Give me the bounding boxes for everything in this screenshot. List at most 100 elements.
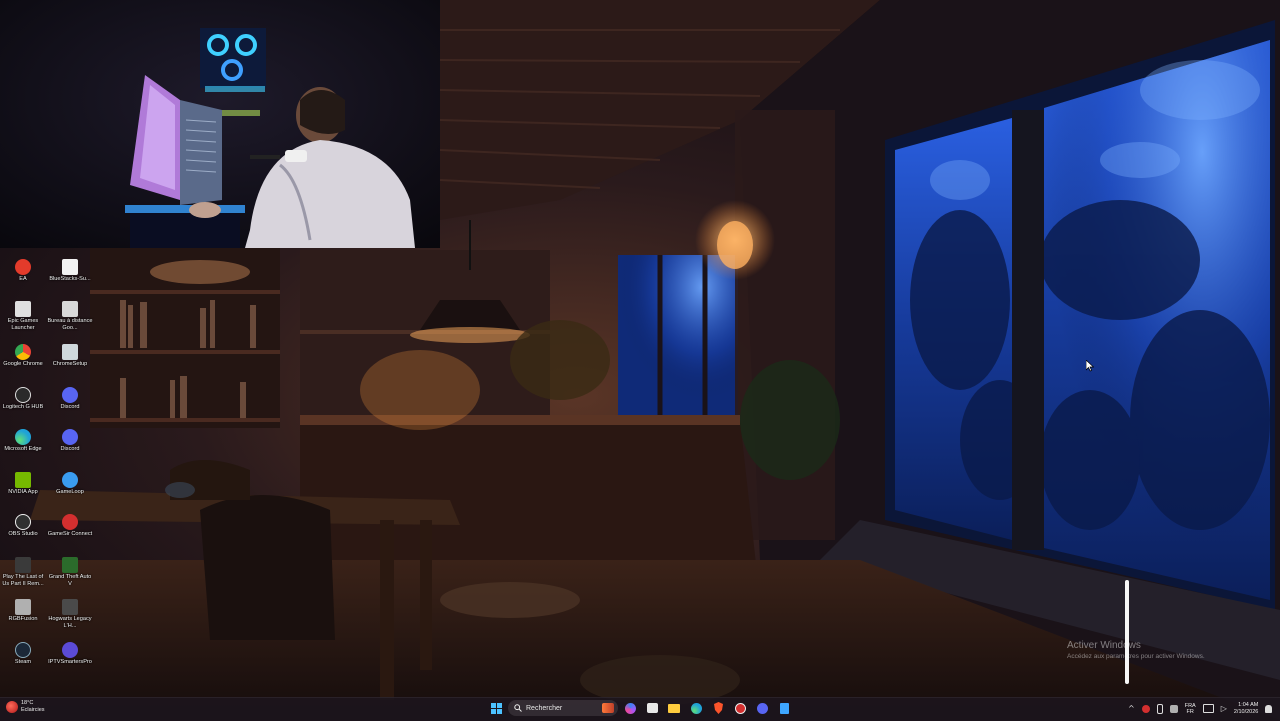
brave-icon [713,702,723,714]
clock[interactable]: 1:04 AM 2/10/2026 [1234,702,1258,715]
desktop-icon-label: Discord [60,404,80,410]
desktop-icon-epic-games[interactable]: Epic Games Launcher [0,301,46,332]
activate-windows-title: Activer Windows [1067,640,1141,651]
desktop-icon-last-of-us[interactable]: Play The Last of Us Part II Rem... [0,557,46,588]
desktop-icon-label: NVIDIA App [8,489,38,495]
weather-icon [6,700,18,713]
nvidia-icon [15,472,31,488]
desktop-icon-label: Microsoft Edge [4,446,42,452]
epic-games-icon [15,301,31,317]
language-line1: FRA [1184,702,1196,709]
desktop-icon-bluestacks[interactable]: BlueStacks-Su... [47,259,93,283]
desktop-icon-label: Discord [60,446,80,452]
desktop-icon-gamesir[interactable]: GameSir Connect [47,514,93,538]
taskbar-edge[interactable] [688,700,704,716]
taskbar-store[interactable] [644,700,660,716]
obs-icon [15,514,31,530]
logitech-icon [15,387,31,403]
volume-icon[interactable]: ▷ [1221,704,1227,713]
desktop-icon-label: Google Chrome [3,361,43,367]
desktop-icon-label: RGBFusion [8,616,38,622]
desktop-icon-ea[interactable]: EA [0,259,46,283]
ea-icon [15,259,31,275]
chevron-up-icon[interactable]: ^ [1128,704,1135,713]
discord-icon [62,387,78,403]
desktop-icon-logitech[interactable]: Logitech G HUB [0,387,46,411]
search-placeholder: Rechercher [526,704,563,712]
desktop-icon-label: OBS Studio [8,531,38,537]
file-icon [62,259,78,275]
desktop-icon-iptv[interactable]: IPTVSmartersPro [47,642,93,666]
taskbar-brave[interactable] [710,700,726,716]
desktop-icon-discord-1[interactable]: Discord [47,387,93,411]
desktop-icon-label: ChromeSetup [52,361,88,367]
iptv-icon [62,642,78,658]
webcam-overlay [0,0,440,248]
taskbar-search-box[interactable]: Rechercher [508,700,618,716]
game-icon [15,557,31,573]
desktop-icon-gameloop[interactable]: GameLoop [47,472,93,496]
desktop-icon-nvidia[interactable]: NVIDIA App [0,472,46,496]
desktop-icon-obs[interactable]: OBS Studio [0,514,46,538]
taskbar-gamesir[interactable] [732,700,748,716]
search-icon [514,704,522,712]
gamesir-icon [734,702,746,714]
activate-windows-subtitle: Accédez aux paramètres pour activer Wind… [1067,653,1205,660]
language-indicator[interactable]: FRA FR [1185,703,1196,715]
desktop-icon-label: Hogwarts Legacy L'H... [48,616,92,629]
clock-time: 1:04 AM [1238,702,1259,708]
gta-icon [62,557,78,573]
hogwarts-icon [62,599,78,615]
activate-windows-watermark: Activer Windows Accédez aux paramètres p… [1067,640,1205,660]
edge-icon [690,702,702,714]
chrome-icon [15,344,31,360]
taskbar-file-explorer[interactable] [666,700,682,716]
tray-app-icon-2[interactable] [1169,704,1178,713]
weather-widget[interactable]: 18°C Eclaircies [6,700,45,713]
rgbfusion-icon [15,599,31,615]
copilot-icon [624,702,636,714]
mouse-cursor-icon [1086,360,1094,372]
windows-start-icon [490,702,502,714]
desktop-icon-label: EA [19,276,27,282]
desktop-icon-chromesetup[interactable]: ChromeSetup [47,344,93,368]
desktop-icon-google-chrome[interactable]: Google Chrome [0,344,46,368]
taskbar [0,697,1280,721]
desktop-icon-remote-desktop[interactable]: Bureau à distance Goo... [47,301,93,332]
desktop-icon-hogwarts[interactable]: Hogwarts Legacy L'H... [47,599,93,630]
remote-desktop-icon [62,301,78,317]
desktop-icon-discord-2[interactable]: Discord [47,429,93,453]
installer-icon [62,344,78,360]
taskbar-notepad[interactable] [776,700,792,716]
taskbar-copilot[interactable] [622,700,638,716]
gameloop-icon [62,472,78,488]
network-icon[interactable] [1202,704,1214,713]
desktop-icon-label: Steam [14,659,32,665]
system-tray: ^ FRA FR ▷ 1:04 AM 2/10/2026 [1128,697,1273,720]
start-button[interactable] [488,700,504,716]
webcam-feed-image [0,0,440,248]
desktop-icon-label: Play The Last of Us Part II Rem... [2,574,44,587]
taskbar-discord[interactable] [754,700,770,716]
clock-date: 2/10/2026 [1233,708,1259,715]
store-icon [646,703,658,713]
desktop-icon-steam[interactable]: Steam [0,642,46,666]
edge-icon [15,429,31,445]
notepad-icon [779,702,789,714]
desktop-icon-edge[interactable]: Microsoft Edge [0,429,46,453]
desktop-icon-label: IPTVSmartersPro [48,659,92,665]
desktop-icon-label: Logitech G HUB [2,404,44,410]
microphone-icon[interactable] [1156,703,1163,714]
game-app-icon [602,703,614,713]
white-overlay-bar [1125,580,1129,684]
tray-app-icon[interactable] [1141,704,1150,713]
language-line2: FR [1186,708,1194,715]
desktop-icon-label: GameSir Connect [47,531,93,537]
desktop-icon-label: Bureau à distance Goo... [47,318,93,331]
desktop-icon-rgbfusion[interactable]: RGBFusion [0,599,46,623]
discord-icon [756,702,768,714]
discord-icon [62,429,78,445]
notification-bell-icon[interactable] [1265,704,1273,713]
desktop-icon-gta-v[interactable]: Grand Theft Auto V [47,557,93,588]
desktop-icon-label: GameLoop [56,489,84,495]
